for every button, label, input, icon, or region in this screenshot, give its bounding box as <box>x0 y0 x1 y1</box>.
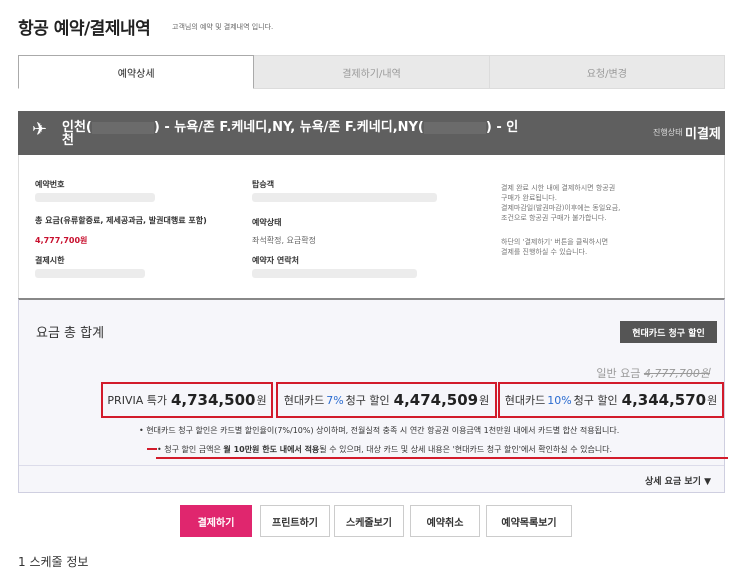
privia-price-box: PRIVIA 특가 4,734,500 원 <box>101 382 273 418</box>
print-button[interactable]: 프린트하기 <box>260 505 330 537</box>
redacted-block <box>252 193 437 202</box>
detail-fare-row: 상세 요금 보기 ▼ <box>19 465 724 493</box>
contact-label: 예약자 연락처 <box>252 256 299 265</box>
route-return: ) - 인 <box>485 120 519 135</box>
normal-fare-value: 4,777,700원 <box>643 367 710 380</box>
hyundai-10-price-amount: 4,344,570 <box>621 391 707 409</box>
highlight-underline <box>156 457 728 459</box>
redacted-block <box>423 121 486 134</box>
booking-info-panel: 예약번호 총 요금(유류할증료, 제세공과금, 발권대행료 포함) 4,777,… <box>18 155 725 298</box>
booking-list-button[interactable]: 예약목록보기 <box>486 505 572 537</box>
status-value: 미결제 <box>685 127 721 142</box>
normal-fare: 일반 요금 4,777,700원 <box>596 367 710 380</box>
page-subtitle: 고객님의 예약 및 결제내역 입니다. <box>172 23 274 31</box>
schedule-button[interactable]: 스케줄보기 <box>334 505 404 537</box>
passenger-label: 탑승객 <box>252 180 275 189</box>
discount-note: • 현대카드 청구 할인은 카드별 할인율이(7%/10%) 상이하며, 전월실… <box>139 426 620 435</box>
redacted-block <box>252 269 417 278</box>
redacted-block <box>35 269 145 278</box>
action-bar: 결제하기 프린트하기 스케줄보기 예약취소 예약목록보기 <box>0 505 743 537</box>
hyundai-card-discount-button[interactable]: 현대카드 청구 할인 <box>620 321 717 343</box>
tab-payment[interactable]: 결제하기/내역 <box>254 55 490 89</box>
status-label: 진행상태 <box>653 128 683 137</box>
flight-route-bar: ✈ 인천() - 뉴욕/존 F.케네디,NY, 뉴욕/존 F.케네디,NY() … <box>18 111 725 155</box>
tab-request-change[interactable]: 요청/변경 <box>489 55 725 89</box>
page-title: 항공 예약/결제내역 <box>18 19 151 39</box>
airplane-icon: ✈ <box>32 119 48 140</box>
highlight-underline <box>147 448 157 450</box>
privia-price-amount: 4,734,500 <box>170 391 256 409</box>
booking-status-label: 예약상태 <box>252 218 282 227</box>
discount-limit-note: • 청구 할인 금액은 월 10만원 한도 내에서 적용될 수 있으며, 대상 … <box>157 445 613 454</box>
total-fare-value: 4,777,700원 <box>35 236 88 245</box>
fare-summary-panel: 요금 총 합계 현대카드 청구 할인 일반 요금 4,777,700원 PRIV… <box>18 298 728 493</box>
total-fare-label: 총 요금(유류할증료, 제세공과금, 발권대행료 포함) <box>35 216 207 225</box>
route-middle: ) - 뉴욕/존 F.케네디,NY, 뉴욕/존 F.케네디,NY( <box>153 120 424 135</box>
schedule-section-title: 1 스케줄 정보 <box>18 555 89 568</box>
redacted-block <box>35 193 155 202</box>
tab-bar: 예약상세 결제하기/내역 요청/변경 <box>18 55 725 89</box>
payment-notice: 결제 완료 시한 내에 결제하시면 항공권 구매가 완료됩니다. 결제마감일(발… <box>501 184 621 222</box>
booking-number-label: 예약번호 <box>35 180 65 189</box>
cancel-booking-button[interactable]: 예약취소 <box>410 505 480 537</box>
redacted-block <box>91 121 154 134</box>
booking-status-value: 좌석확정, 요금확정 <box>252 236 316 245</box>
payment-instruction: 하단의 '결제하기' 버튼을 클릭하시면 결제를 진행하실 수 있습니다. <box>501 238 609 256</box>
detail-fare-toggle[interactable]: 상세 요금 보기 ▼ <box>645 474 711 487</box>
payment-deadline-label: 결제시한 <box>35 256 65 265</box>
pay-button[interactable]: 결제하기 <box>180 505 252 537</box>
route-return-cont: 천 <box>62 133 74 148</box>
hyundai-7-price-amount: 4,474,509 <box>393 391 479 409</box>
flight-route: 인천() - 뉴욕/존 F.케네디,NY, 뉴욕/존 F.케네디,NY() - … <box>62 121 622 147</box>
fare-summary-title: 요금 총 합계 <box>36 326 105 341</box>
tab-booking-detail[interactable]: 예약상세 <box>18 55 255 89</box>
hyundai-7-price-box: 현대카드 7% 청구 할인 4,474,509 원 <box>276 382 497 418</box>
hyundai-10-price-box: 현대카드 10% 청구 할인 4,344,570 원 <box>498 382 724 418</box>
